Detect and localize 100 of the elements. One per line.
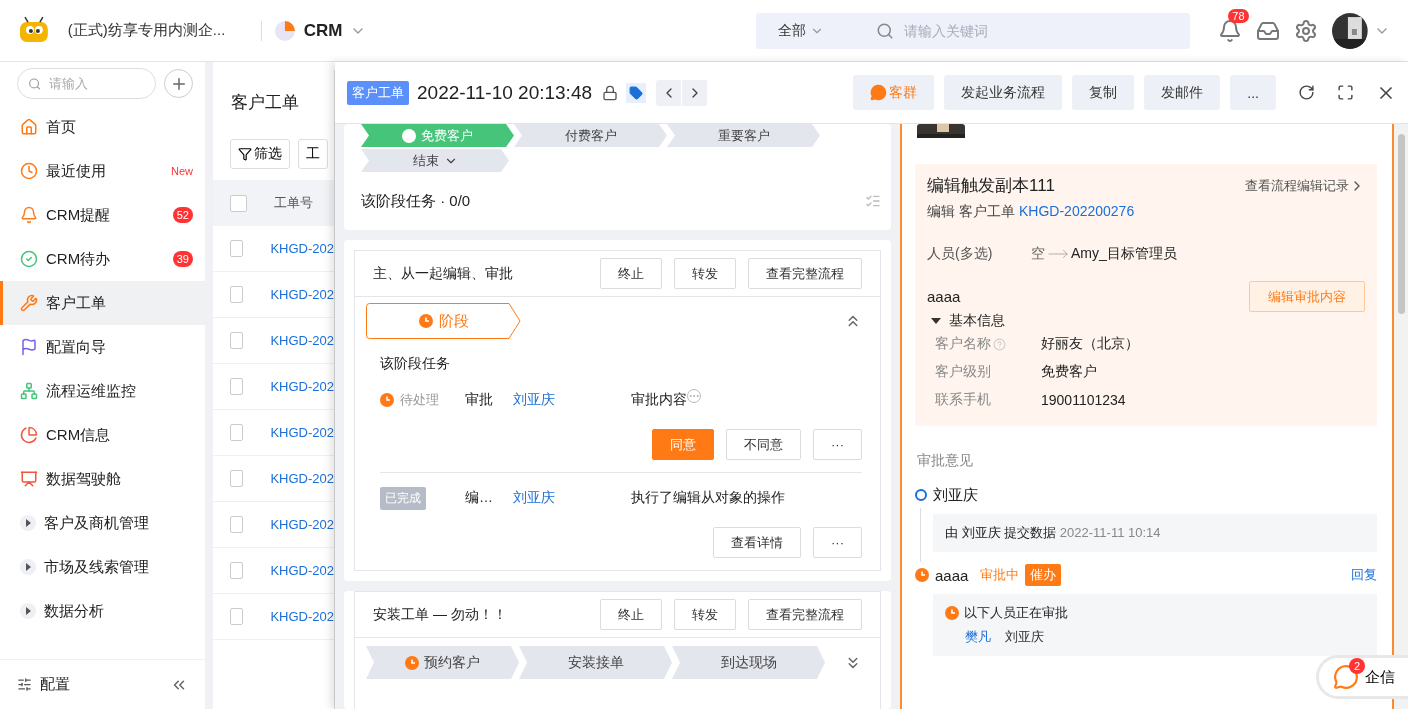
- tag-icon[interactable]: [629, 85, 644, 100]
- order-link[interactable]: KHGD-202: [270, 241, 334, 256]
- clock-icon: [418, 314, 433, 328]
- task-button[interactable]: ···: [813, 527, 862, 558]
- house-icon: [20, 118, 38, 136]
- order-link[interactable]: KHGD-202: [270, 517, 334, 532]
- action-button[interactable]: ...: [1230, 75, 1276, 110]
- stage-step[interactable]: 重要客户: [667, 124, 820, 147]
- settings-label[interactable]: 配置: [40, 675, 162, 694]
- checkbox[interactable]: [230, 424, 244, 441]
- screen-chart-icon: [20, 470, 38, 488]
- sidebar-item[interactable]: 市场及线索管理: [0, 545, 205, 589]
- flow-button[interactable]: 终止: [600, 599, 662, 630]
- scrollbar-thumb[interactable]: [1397, 134, 1405, 314]
- field-label: 联系手机: [935, 391, 991, 409]
- hierarchy-icon: [20, 382, 38, 400]
- refresh-icon[interactable]: [1298, 84, 1315, 101]
- task-button[interactable]: 查看详情: [713, 527, 801, 558]
- filter-icon: [238, 147, 252, 161]
- chat-bubble-icon: [1333, 664, 1359, 690]
- person-link[interactable]: 刘亚庆: [513, 489, 631, 507]
- chat-button[interactable]: 2 企信: [1316, 655, 1408, 699]
- record-verb: 编辑: [927, 203, 955, 221]
- clock-icon: [380, 393, 394, 407]
- task-button[interactable]: 不同意: [726, 429, 801, 460]
- order-link[interactable]: KHGD-202: [270, 379, 334, 394]
- chat-count: 2: [1349, 658, 1365, 674]
- history-link[interactable]: 查看流程编辑记录: [1245, 176, 1365, 195]
- search-input[interactable]: 请输入关键词: [902, 21, 1171, 40]
- search-icon: [28, 75, 42, 92]
- org-name[interactable]: (正式)纺享专用内测企...: [67, 21, 247, 40]
- sidebar-item[interactable]: 最近使用 New: [0, 149, 205, 193]
- sidebar-item[interactable]: CRM待办 39: [0, 237, 205, 281]
- caret-icon[interactable]: [931, 318, 941, 324]
- person-link[interactable]: 刘亚庆: [513, 391, 631, 409]
- scope-dropdown[interactable]: 全部: [778, 21, 869, 40]
- stage-step[interactable]: 结束: [361, 149, 509, 172]
- checkbox[interactable]: [230, 608, 244, 625]
- approver-link[interactable]: 樊凡: [965, 628, 991, 646]
- sidebar-item[interactable]: 客户工单: [0, 281, 205, 325]
- order-link[interactable]: KHGD-202: [270, 609, 334, 624]
- sidebar-item[interactable]: 流程运维监控: [0, 369, 205, 413]
- task-content: 审批内容: [631, 391, 687, 409]
- checkbox[interactable]: [230, 194, 247, 212]
- stage-step[interactable]: 到达现场: [672, 646, 825, 679]
- checkbox[interactable]: [230, 240, 244, 257]
- checkbox[interactable]: [230, 378, 244, 395]
- checkbox[interactable]: [230, 516, 244, 533]
- sidebar-item[interactable]: 配置向导: [0, 325, 205, 369]
- checkbox[interactable]: [230, 332, 244, 349]
- column-header[interactable]: 工单号: [274, 194, 313, 212]
- check-circle-icon: [20, 250, 38, 268]
- page-title: 客户工单: [230, 91, 300, 114]
- sidebar-item[interactable]: 数据分析: [0, 589, 205, 633]
- stage-step[interactable]: 付费客户: [514, 124, 667, 147]
- checklist-icon[interactable]: [865, 193, 881, 209]
- stage-step[interactable]: 安装接单: [519, 646, 672, 679]
- stage-step[interactable]: 预约客户: [366, 646, 519, 679]
- sidebar-item[interactable]: 首页: [0, 105, 205, 149]
- order-link[interactable]: KHGD-202200276: [1019, 203, 1135, 221]
- stage-task-summary: 该阶段任务 · 0/0: [361, 191, 471, 211]
- action-button[interactable]: 发邮件: [1144, 75, 1221, 110]
- reply-link[interactable]: 回复: [1351, 566, 1377, 584]
- drawer-title: 2022-11-10 20:13:48: [417, 81, 593, 104]
- lock-icon[interactable]: [602, 84, 619, 101]
- checkbox[interactable]: [230, 286, 244, 303]
- order-link[interactable]: KHGD-202: [270, 287, 334, 302]
- sidebar-item[interactable]: CRM信息: [0, 413, 205, 457]
- action-button[interactable]: 发起业务流程: [944, 75, 1063, 110]
- settings-icon[interactable]: [1294, 18, 1319, 43]
- order-link[interactable]: KHGD-202: [270, 471, 334, 486]
- flow-button[interactable]: 转发: [674, 599, 736, 630]
- checkbox[interactable]: [230, 562, 244, 579]
- record-object: 客户工单: [959, 203, 1015, 221]
- field-label: 人员(多选): [927, 245, 994, 263]
- order-link[interactable]: KHGD-202: [270, 425, 334, 440]
- app-name[interactable]: CRM: [303, 20, 343, 41]
- action-button[interactable]: 复制: [1072, 75, 1135, 110]
- task-type: 编…: [465, 489, 494, 507]
- fullscreen-icon[interactable]: [1337, 84, 1354, 101]
- search-field[interactable]: 全部 请输入关键词: [756, 12, 1191, 49]
- flow-button[interactable]: 查看完整流程: [748, 258, 862, 289]
- order-link[interactable]: KHGD-202: [270, 563, 334, 578]
- sidebar-item[interactable]: CRM提醒 52: [0, 193, 205, 237]
- task-button[interactable]: ···: [813, 429, 862, 460]
- order-link[interactable]: KHGD-202: [270, 333, 334, 348]
- search-icon: [876, 21, 895, 40]
- filter-button[interactable]: 筛选: [230, 139, 290, 169]
- help-icon[interactable]: [993, 337, 1006, 351]
- task-content: 执行了编辑从对象的操作: [631, 489, 785, 507]
- toolbar-button[interactable]: 工: [298, 139, 328, 169]
- checkbox[interactable]: [230, 470, 244, 487]
- flow-button[interactable]: 查看完整流程: [748, 599, 862, 630]
- flow-button[interactable]: 终止: [600, 258, 662, 289]
- flow-button[interactable]: 转发: [674, 258, 736, 289]
- sidebar-item[interactable]: 客户及商机管理: [0, 501, 205, 545]
- sidebar-item[interactable]: 数据驾驶舱: [0, 457, 205, 501]
- approver-name: 刘亚庆: [1005, 628, 1044, 646]
- clock-icon: [402, 128, 416, 143]
- bell-icon[interactable]: [1218, 18, 1243, 43]
